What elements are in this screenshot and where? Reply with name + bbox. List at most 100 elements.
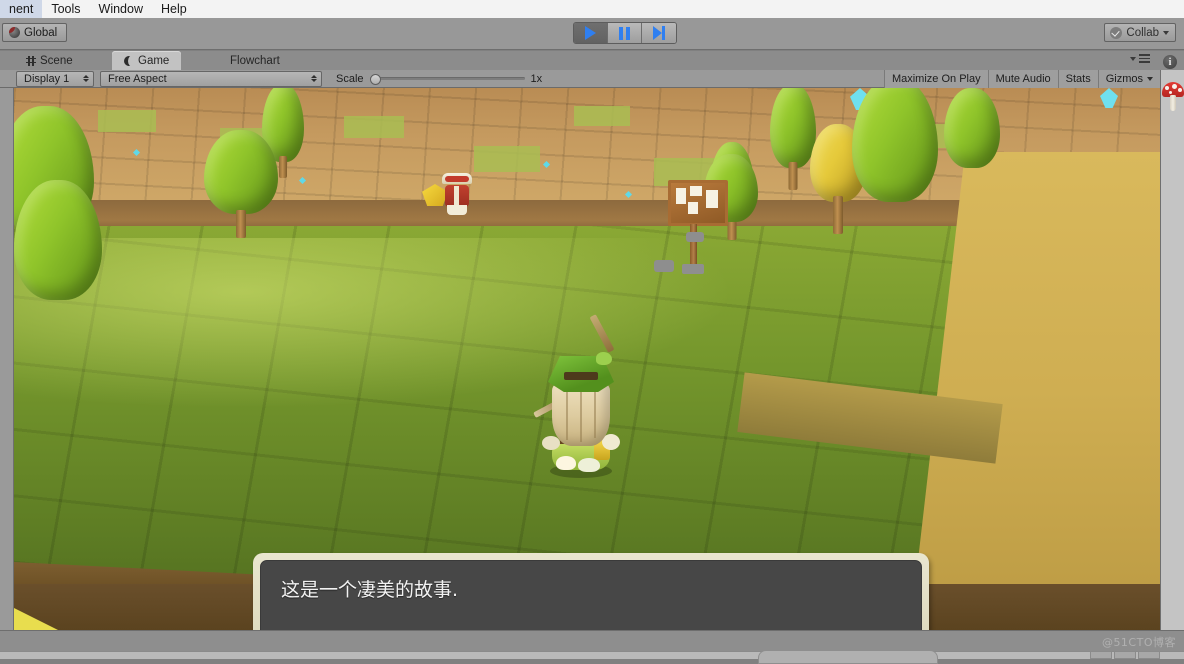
hero-hat-band (564, 372, 598, 380)
updown-icon (311, 75, 317, 82)
hero-boot-right (578, 458, 600, 472)
mushroom-spot (1165, 86, 1169, 90)
scale-label: Scale (336, 72, 364, 85)
grid-icon (26, 55, 36, 66)
watermark: @51CTO博客 (1101, 636, 1176, 649)
gizmos-button[interactable]: Gizmos (1097, 69, 1160, 88)
stats-label: Stats (1065, 72, 1091, 85)
npc-character (422, 173, 478, 216)
hero-character (533, 314, 626, 478)
main-toolbar: Global Collab (0, 18, 1184, 50)
scene-tree (14, 180, 102, 300)
scene-plaza-grass (344, 116, 404, 138)
game-view-toolbar: Display 1 Free Aspect Scale 1x Maximize … (0, 69, 1160, 88)
panel-tab-strip: Scene Game Flowchart (0, 51, 1184, 70)
scene-tree (944, 88, 1000, 168)
signboard-notice (688, 202, 698, 214)
check-circle-icon (1110, 26, 1123, 39)
updown-icon (83, 75, 89, 82)
bottom-icon-3[interactable] (1138, 651, 1160, 659)
pivot-rotation-button[interactable]: Global (2, 23, 68, 42)
menu-item-tools[interactable]: Tools (42, 0, 89, 18)
hero-hat-tip (596, 352, 612, 365)
scene-tree (852, 88, 938, 202)
tab-game-label: Game (138, 54, 170, 67)
menu-bar: nent Tools Window Help (0, 0, 1184, 18)
gizmos-label: Gizmos (1105, 72, 1143, 85)
tab-flowchart[interactable]: Flowchart (218, 51, 292, 70)
panel-menu[interactable] (1130, 54, 1150, 63)
aspect-dropdown-label: Free Aspect (108, 72, 167, 85)
aspect-dropdown[interactable]: Free Aspect (100, 70, 322, 87)
pause-icon (619, 26, 630, 40)
pivot-rotation-label: Global (24, 26, 58, 39)
globe-icon (9, 27, 20, 38)
npc-stripe (454, 186, 459, 206)
signboard-base (682, 264, 704, 274)
mushroom-spot (1178, 88, 1182, 92)
info-icon[interactable] (1163, 55, 1177, 69)
dialog-box[interactable]: 这是一个凄美的故事. (253, 553, 929, 630)
inspector-panel[interactable] (1160, 70, 1184, 630)
signboard-notice (706, 190, 718, 208)
hero-hair-strand (566, 386, 568, 440)
mute-audio-label: Mute Audio (995, 72, 1051, 85)
hamburger-icon (1139, 54, 1150, 63)
dialog-text: 这是一个凄美的故事. (281, 579, 459, 601)
menu-item-help[interactable]: Help (152, 0, 196, 18)
mushroom-icon[interactable] (1162, 82, 1184, 116)
chevron-down-icon (1147, 76, 1153, 81)
scale-slider-knob[interactable] (369, 74, 381, 85)
display-dropdown-label: Display 1 (24, 72, 70, 85)
signboard-post (690, 224, 697, 268)
game-viewport[interactable]: 这是一个凄美的故事. (14, 88, 1160, 630)
chevron-down-icon (1163, 30, 1169, 35)
menu-item-component[interactable]: nent (0, 0, 43, 18)
step-button[interactable] (642, 23, 676, 43)
tab-flowchart-label: Flowchart (230, 54, 280, 67)
scene-plaza-grass (98, 110, 156, 132)
game-toolbar-right-group: Maximize On Play Mute Audio Stats Gizmos (883, 69, 1160, 88)
mushroom-stem (1170, 95, 1176, 111)
play-button[interactable] (574, 23, 608, 43)
scene-plaza-grass (574, 106, 630, 126)
scale-value: 1x (530, 72, 543, 85)
step-icon (653, 26, 665, 40)
collab-button[interactable]: Collab (1104, 23, 1176, 42)
signboard-notice (676, 188, 686, 204)
bottom-icon-1[interactable] (1090, 651, 1112, 659)
stats-button[interactable]: Stats (1057, 69, 1098, 88)
collab-label: Collab (1126, 26, 1159, 39)
maximize-on-play-button[interactable]: Maximize On Play (883, 69, 988, 88)
game-view-left-gutter (0, 88, 14, 630)
bottom-panel-tab[interactable] (758, 650, 938, 664)
bottom-panel-icons[interactable] (1090, 651, 1160, 659)
scale-control[interactable]: Scale 1x (336, 73, 542, 85)
moon-icon (124, 54, 138, 67)
display-dropdown[interactable]: Display 1 (16, 70, 94, 87)
menu-item-window[interactable]: Window (90, 0, 152, 18)
signboard-notice (690, 186, 702, 196)
npc-legs (447, 205, 467, 215)
playback-controls (573, 22, 677, 44)
dialog-panel: 这是一个凄美的故事. (260, 560, 922, 630)
scene-rock (654, 260, 674, 272)
maximize-on-play-label: Maximize On Play (891, 72, 981, 85)
tab-game[interactable]: Game (112, 51, 182, 70)
tab-scene[interactable]: Scene (14, 51, 85, 70)
bottom-icon-2[interactable] (1114, 651, 1136, 659)
mute-audio-button[interactable]: Mute Audio (987, 69, 1058, 88)
hero-hair-strand (594, 386, 596, 438)
status-bar-lower (0, 651, 1184, 659)
chevron-down-icon (1130, 56, 1136, 61)
mushroom-spot (1172, 84, 1177, 89)
scene-tree (204, 130, 278, 238)
scale-slider[interactable] (369, 74, 525, 85)
hero-hair-strand (580, 384, 582, 442)
scene-plaza-grass (474, 146, 540, 172)
play-icon (585, 26, 596, 40)
scene-rock (686, 232, 704, 242)
npc-hat-band (445, 176, 469, 182)
tab-scene-label: Scene (40, 54, 73, 67)
pause-button[interactable] (608, 23, 642, 43)
